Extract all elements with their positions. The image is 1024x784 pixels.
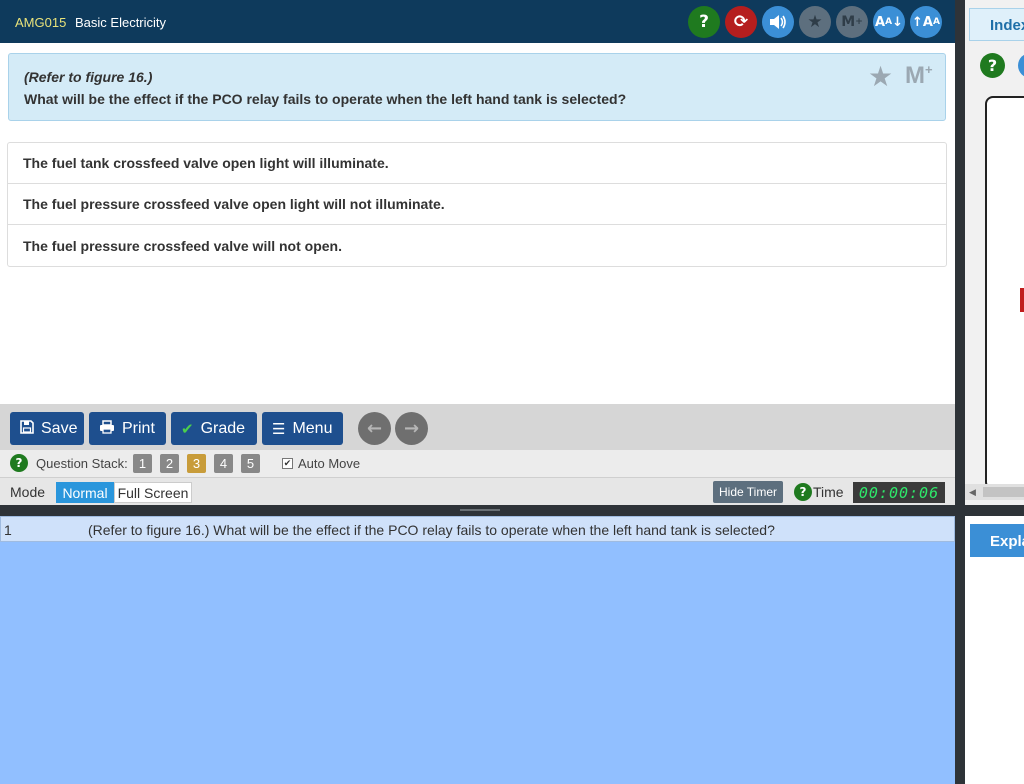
mode-label: Mode — [10, 484, 46, 500]
scroll-thumb[interactable] — [983, 487, 1024, 497]
mode-bar: Mode Normal Full Screen Hide Timer ? Tim… — [0, 477, 955, 505]
explanation-panel: Expla — [965, 516, 1024, 784]
figure-red-mark — [1020, 288, 1024, 312]
action-toolbar: Save Print ✔ Grade ☰ Menu ← → — [0, 404, 955, 450]
stack-item-4[interactable]: 4 — [214, 454, 233, 473]
answer-option-b[interactable]: The fuel pressure crossfeed valve open l… — [8, 184, 946, 225]
menu-button[interactable]: ☰ Menu — [262, 412, 343, 445]
splitter-grip[interactable] — [460, 509, 500, 511]
stack-item-2[interactable]: 2 — [160, 454, 179, 473]
question-list-row[interactable]: 1 (Refer to figure 16.) What will be the… — [0, 516, 955, 542]
tab-explanation[interactable]: Expla — [970, 524, 1024, 557]
question-stack-bar: ? Question Stack: 1 2 3 4 5 ✔ Auto Move — [0, 450, 955, 477]
next-question-button[interactable]: → — [395, 412, 428, 445]
question-panel: (Refer to figure 16.) What will be the e… — [8, 53, 946, 121]
auto-move-label: Auto Move — [298, 456, 361, 471]
question-star-icon[interactable]: ★ — [868, 60, 893, 93]
app-window: AMG015 Basic Electricity ? ⟳ ★ M + A A ↓ ↑A… — [0, 0, 1024, 784]
mark-plus-icon[interactable]: M + — [836, 6, 868, 38]
checkmark-icon: ✔ — [181, 419, 194, 438]
print-label: Print — [122, 419, 155, 437]
question-text: What will be the effect if the PCO relay… — [24, 91, 627, 107]
scroll-left-arrow-icon[interactable]: ◀ — [969, 487, 976, 498]
grade-button[interactable]: ✔ Grade — [171, 412, 257, 445]
save-button[interactable]: Save — [10, 412, 84, 445]
printer-icon — [99, 419, 115, 438]
speaker-icon — [770, 15, 786, 29]
mark-label: M — [905, 62, 925, 89]
help-icon[interactable]: ? — [688, 6, 720, 38]
hide-timer-button[interactable]: Hide Timer — [713, 481, 783, 503]
horizontal-splitter[interactable] — [0, 505, 1024, 516]
mode-normal-button[interactable]: Normal — [56, 482, 114, 503]
timer-help-icon[interactable]: ? — [794, 483, 812, 501]
auto-move-checkbox[interactable]: ✔ — [282, 458, 293, 469]
answer-option-c[interactable]: The fuel pressure crossfeed valve will n… — [8, 225, 946, 266]
question-reference: (Refer to figure 16.) — [24, 69, 153, 85]
stack-item-3[interactable]: 3 — [187, 454, 206, 473]
mode-fullscreen-button[interactable]: Full Screen — [114, 482, 192, 503]
previous-question-button[interactable]: ← — [358, 412, 391, 445]
figure-help-icon[interactable]: ? — [980, 53, 1005, 78]
vertical-splitter[interactable] — [955, 0, 965, 784]
arrow-right-icon: → — [403, 418, 420, 439]
header-bar: AMG015 Basic Electricity ? ⟳ ★ M + A A ↓ ↑A… — [0, 0, 955, 43]
figure-tool-icon[interactable] — [1018, 53, 1024, 78]
print-button[interactable]: Print — [89, 412, 166, 445]
tab-index[interactable]: Index — [969, 8, 1024, 41]
floppy-disk-icon — [20, 419, 34, 438]
question-stack-label: Question Stack: — [36, 456, 128, 471]
figure-panel: Index ? ◀ — [965, 0, 1024, 505]
font-size-increase-icon[interactable]: ↑A A — [910, 6, 942, 38]
answer-list: The fuel tank crossfeed valve open light… — [7, 142, 947, 267]
font-size-decrease-icon[interactable]: A A ↓ — [873, 6, 905, 38]
stack-item-5[interactable]: 5 — [241, 454, 260, 473]
timer-display: 00:00:06 — [853, 482, 945, 503]
hamburger-menu-icon: ☰ — [272, 419, 286, 438]
course-code: AMG015 — [15, 15, 67, 30]
subject-title: Basic Electricity — [75, 15, 167, 30]
figure-horizontal-scrollbar[interactable]: ◀ — [965, 484, 1024, 500]
header-toolbar: ? ⟳ ★ M + A A ↓ ↑A A — [688, 6, 942, 38]
sound-icon[interactable] — [762, 6, 794, 38]
reset-icon[interactable]: ⟳ — [725, 6, 757, 38]
question-list-panel: 1 (Refer to figure 16.) What will be the… — [0, 516, 955, 784]
time-label: Time — [813, 484, 844, 500]
question-mark-plus-icon[interactable]: M+ — [905, 62, 933, 90]
question-list-number: 1 — [4, 522, 12, 538]
question-list-text: (Refer to figure 16.) What will be the e… — [88, 522, 775, 538]
figure-viewer — [985, 96, 1024, 490]
bookmark-star-icon[interactable]: ★ — [799, 6, 831, 38]
answer-option-a[interactable]: The fuel tank crossfeed valve open light… — [8, 143, 946, 184]
auto-move-toggle[interactable]: ✔ Auto Move — [282, 456, 360, 471]
stack-item-1[interactable]: 1 — [133, 454, 152, 473]
menu-label: Menu — [292, 419, 333, 437]
arrow-left-icon: ← — [366, 418, 383, 439]
grade-label: Grade — [200, 419, 246, 437]
stack-help-icon[interactable]: ? — [10, 454, 28, 472]
save-label: Save — [41, 419, 78, 437]
